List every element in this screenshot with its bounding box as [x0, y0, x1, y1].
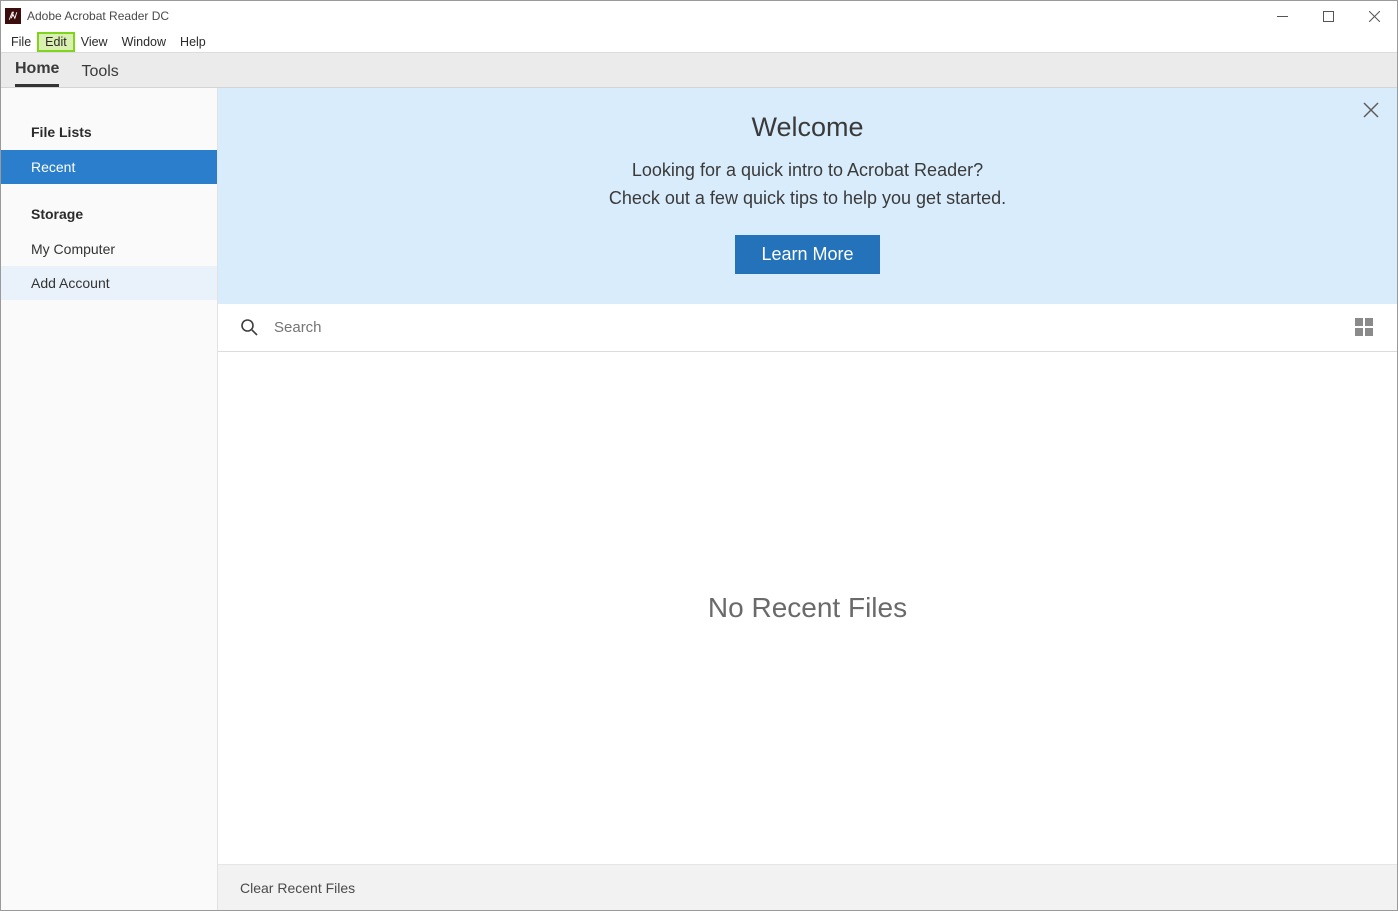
search-icon — [240, 318, 258, 336]
titlebar: Adobe Acrobat Reader DC — [1, 1, 1397, 31]
menu-file[interactable]: File — [4, 33, 38, 51]
menubar: FileEditViewWindowHelp — [1, 31, 1397, 53]
close-icon[interactable] — [1359, 98, 1383, 122]
welcome-banner: Welcome Looking for a quick intro to Acr… — [218, 88, 1397, 304]
maximize-button[interactable] — [1305, 1, 1351, 31]
sidebar-section-storage: Storage — [1, 192, 217, 232]
sidebar-item-recent[interactable]: Recent — [1, 150, 217, 184]
footer: Clear Recent Files — [218, 864, 1397, 910]
menu-edit[interactable]: Edit — [38, 33, 74, 51]
content-area: No Recent Files — [218, 352, 1397, 864]
window-controls — [1259, 1, 1397, 31]
close-button[interactable] — [1351, 1, 1397, 31]
body: File Lists Recent Storage My ComputerAdd… — [1, 88, 1397, 910]
sidebar-item-my-computer[interactable]: My Computer — [1, 232, 217, 266]
search-row — [218, 304, 1397, 352]
sidebar: File Lists Recent Storage My ComputerAdd… — [1, 88, 218, 910]
menu-window[interactable]: Window — [115, 33, 173, 51]
main: Welcome Looking for a quick intro to Acr… — [218, 88, 1397, 910]
welcome-title: Welcome — [238, 112, 1377, 143]
grid-view-icon[interactable] — [1355, 318, 1373, 336]
tabbar: Home Tools — [1, 53, 1397, 88]
search-input[interactable] — [274, 319, 1355, 336]
tab-home[interactable]: Home — [15, 60, 59, 87]
learn-more-button[interactable]: Learn More — [735, 235, 879, 274]
app-icon — [5, 8, 21, 24]
menu-help[interactable]: Help — [173, 33, 213, 51]
sidebar-item-add-account[interactable]: Add Account — [1, 266, 217, 300]
minimize-button[interactable] — [1259, 1, 1305, 31]
clear-recent-files-link[interactable]: Clear Recent Files — [240, 880, 355, 896]
welcome-line-2: Check out a few quick tips to help you g… — [238, 185, 1377, 213]
window-title: Adobe Acrobat Reader DC — [27, 9, 169, 23]
empty-message: No Recent Files — [708, 592, 907, 624]
sidebar-section-file-lists: File Lists — [1, 110, 217, 150]
menu-view[interactable]: View — [74, 33, 115, 51]
tab-tools[interactable]: Tools — [81, 63, 118, 87]
welcome-line-1: Looking for a quick intro to Acrobat Rea… — [238, 157, 1377, 185]
